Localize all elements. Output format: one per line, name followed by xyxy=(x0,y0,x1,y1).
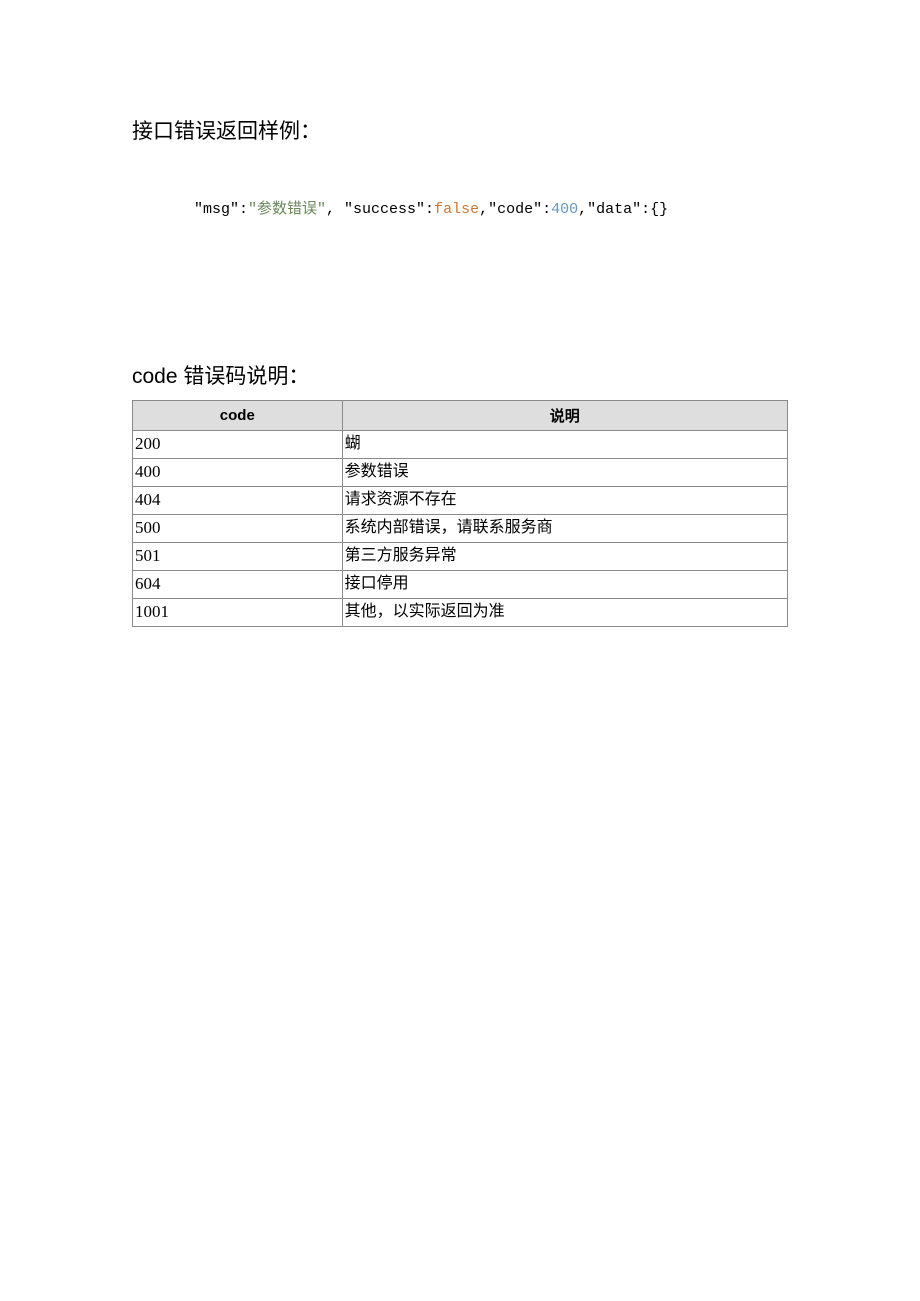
json-text: ,"data":{} xyxy=(578,201,668,218)
section-title-error-sample: 接口错误返回样例： xyxy=(132,115,788,145)
cell-code: 500 xyxy=(133,514,343,542)
table-row: 604 接口停用 xyxy=(133,570,788,598)
cell-desc: 第三方服务异常 xyxy=(342,542,787,570)
table-row: 200 蝴 xyxy=(133,431,788,459)
cell-code: 1001 xyxy=(133,598,343,626)
section-error-codes: code 错误码说明： code 说明 200 蝴 400 参数错误 xyxy=(132,360,788,627)
cell-desc: 参数错误 xyxy=(342,458,787,486)
cell-code: 400 xyxy=(133,458,343,486)
cell-code: 604 xyxy=(133,570,343,598)
cell-code: 501 xyxy=(133,542,343,570)
json-keyword: false xyxy=(434,201,479,218)
json-sample: "msg":"参数错误", "success":false,"code":400… xyxy=(194,197,788,218)
cell-desc: 请求资源不存在 xyxy=(342,486,787,514)
json-text: , xyxy=(479,201,488,218)
cell-desc: 其他，以实际返回为准 xyxy=(342,598,787,626)
cell-desc: 系统内部错误，请联系服务商 xyxy=(342,514,787,542)
json-number: 400 xyxy=(551,201,578,218)
cell-desc: 蝴 xyxy=(342,431,787,459)
cell-desc: 接口停用 xyxy=(342,570,787,598)
header-desc: 说明 xyxy=(342,401,787,431)
json-string: "参数错误" xyxy=(248,201,326,218)
section-title-error-codes: code 错误码说明： xyxy=(132,360,788,390)
document-page: 接口错误返回样例： "msg":"参数错误", "success":false,… xyxy=(0,0,920,627)
cell-code: 404 xyxy=(133,486,343,514)
json-text: "code": xyxy=(488,201,551,218)
error-code-table: code 说明 200 蝴 400 参数错误 404 请求资源不存在 xyxy=(132,400,788,627)
table-row: 400 参数错误 xyxy=(133,458,788,486)
json-text: , "success": xyxy=(326,201,434,218)
json-text: "msg": xyxy=(194,201,248,218)
table-row: 1001 其他，以实际返回为准 xyxy=(133,598,788,626)
table-row: 501 第三方服务异常 xyxy=(133,542,788,570)
cell-code: 200 xyxy=(133,431,343,459)
table-row: 500 系统内部错误，请联系服务商 xyxy=(133,514,788,542)
table-row: 404 请求资源不存在 xyxy=(133,486,788,514)
header-code: code xyxy=(133,401,343,431)
table-header-row: code 说明 xyxy=(133,401,788,431)
